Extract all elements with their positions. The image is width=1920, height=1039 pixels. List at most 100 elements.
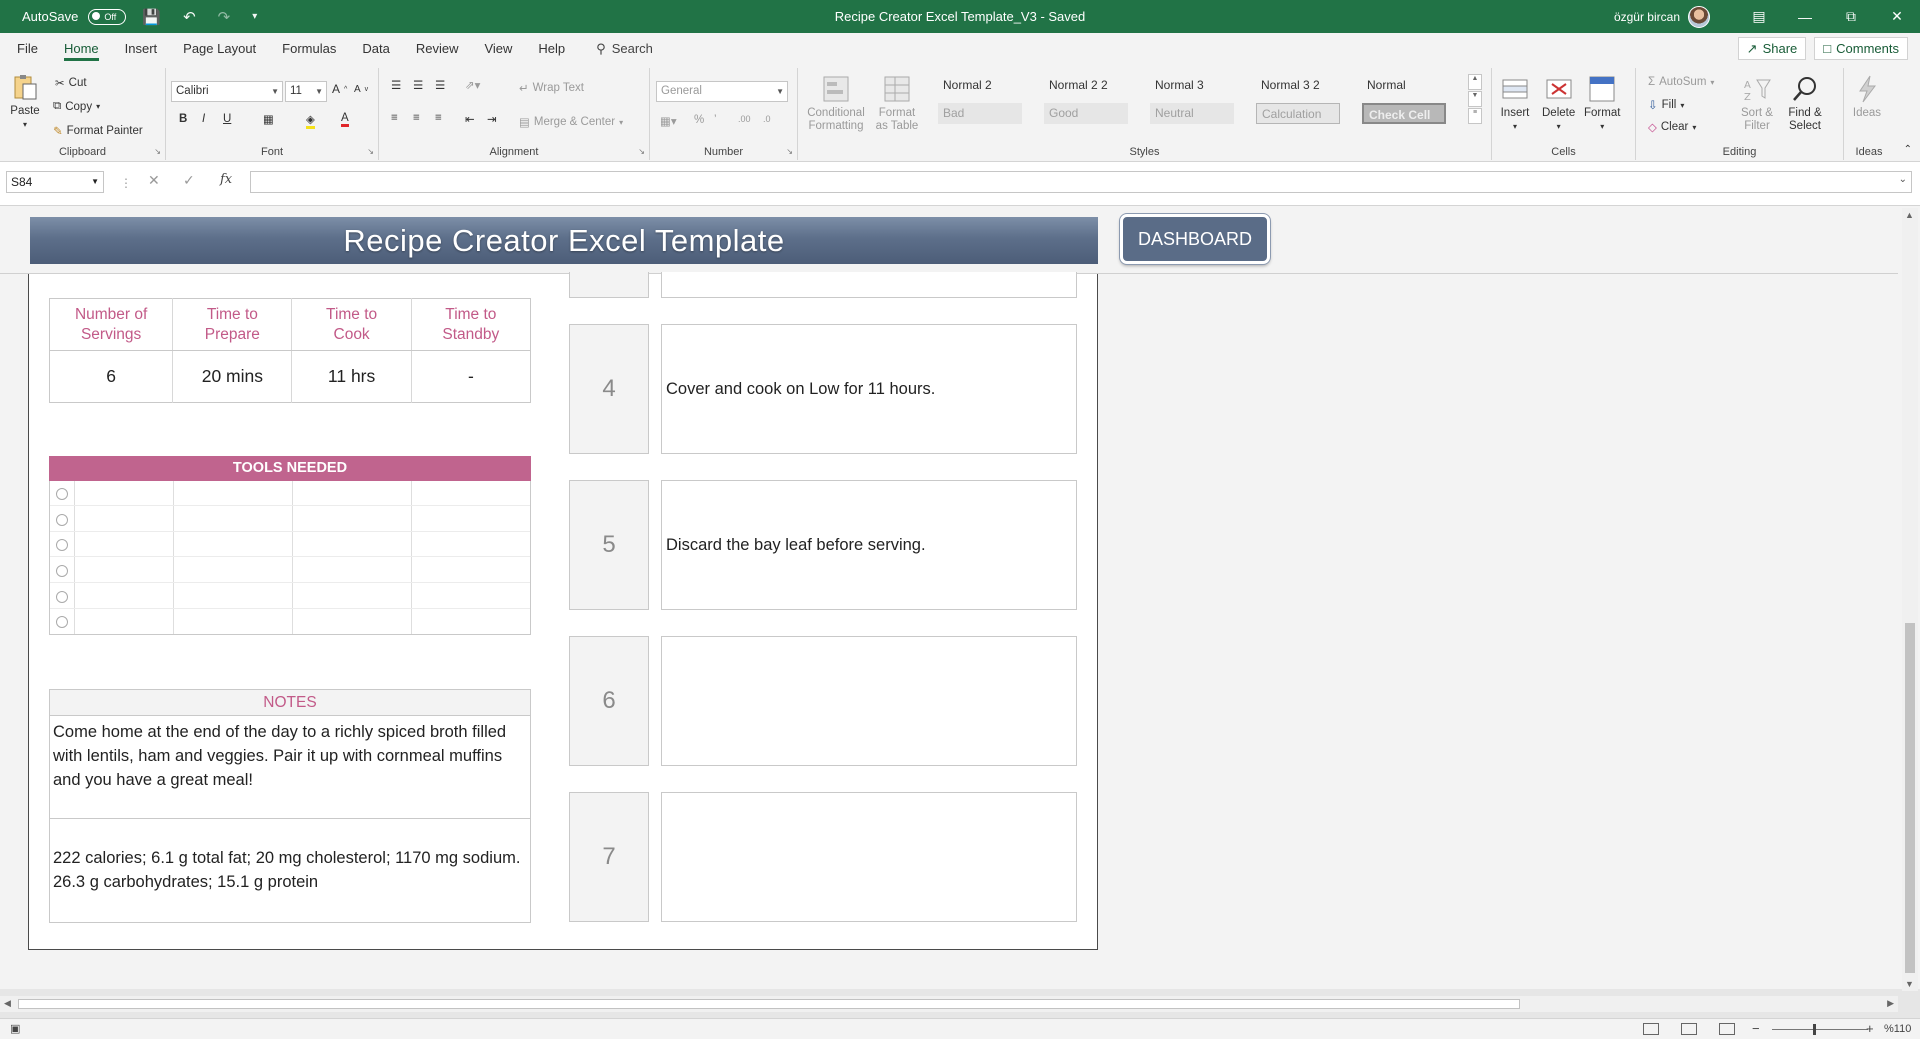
merge-center-button[interactable]: ▤ Merge & Center ▾ bbox=[519, 115, 623, 129]
prep-time-value[interactable]: 20 mins bbox=[172, 350, 293, 403]
tool-row[interactable] bbox=[50, 609, 530, 634]
notes-text[interactable]: Come home at the end of the day to a ric… bbox=[49, 716, 531, 819]
delete-cells-button[interactable]: Delete ▾ bbox=[1542, 74, 1575, 133]
increase-decimal-icon[interactable]: .00 bbox=[738, 114, 751, 124]
insert-cells-button[interactable]: Insert ▾ bbox=[1500, 74, 1530, 133]
formula-input[interactable]: ⌄ bbox=[250, 171, 1912, 193]
normal-view-icon[interactable] bbox=[1643, 1023, 1659, 1035]
gallery-more-icon[interactable]: ≡ bbox=[1468, 108, 1482, 124]
standby-time-value[interactable]: - bbox=[411, 351, 530, 403]
tool-checkbox[interactable] bbox=[56, 616, 68, 628]
align-center-icon[interactable]: ≡ bbox=[413, 112, 420, 124]
format-painter-button[interactable]: ✎ Format Painter bbox=[53, 124, 143, 138]
servings-value[interactable]: 6 bbox=[49, 350, 174, 403]
horizontal-scroll-thumb[interactable] bbox=[18, 999, 1520, 1009]
redo-icon[interactable]: ↷ bbox=[212, 8, 237, 26]
align-left-icon[interactable]: ≡ bbox=[391, 112, 398, 124]
user-name[interactable]: özgür bircan bbox=[1614, 10, 1680, 24]
number-launcher-icon[interactable]: ↘ bbox=[786, 147, 793, 156]
tab-review[interactable]: Review bbox=[407, 33, 468, 64]
page-break-view-icon[interactable] bbox=[1719, 1023, 1735, 1035]
step-text[interactable]: Cover and cook on Low for 11 hours. bbox=[661, 324, 1077, 454]
step-text[interactable] bbox=[661, 636, 1077, 766]
worksheet[interactable]: Recipe Creator Excel Template DASHBOARD … bbox=[0, 206, 1920, 989]
dashboard-button[interactable]: DASHBOARD bbox=[1120, 214, 1270, 264]
bold-icon[interactable]: B bbox=[179, 113, 187, 125]
align-right-icon[interactable]: ≡ bbox=[435, 112, 442, 124]
percent-style-icon[interactable]: % bbox=[694, 114, 704, 126]
tab-view[interactable]: View bbox=[475, 33, 521, 64]
insert-function-icon[interactable]: fx bbox=[220, 172, 232, 187]
step-number[interactable]: 5 bbox=[569, 480, 649, 610]
scroll-right-icon[interactable]: ▶ bbox=[1887, 998, 1894, 1009]
decrease-indent-icon[interactable]: ⇤ bbox=[465, 112, 475, 126]
tool-checkbox[interactable] bbox=[56, 565, 68, 577]
tool-checkbox[interactable] bbox=[56, 591, 68, 603]
zoom-level[interactable]: %110 bbox=[1884, 1023, 1911, 1035]
undo-icon[interactable]: ↶ bbox=[177, 8, 202, 26]
step-number[interactable]: 4 bbox=[569, 324, 649, 454]
nutrition-text[interactable]: 222 calories; 6.1 g total fat; 20 mg cho… bbox=[49, 819, 531, 923]
minimize-icon[interactable]: — bbox=[1782, 0, 1828, 33]
vertical-scroll-thumb[interactable] bbox=[1905, 623, 1915, 973]
gallery-down-icon[interactable]: ▼ bbox=[1468, 91, 1482, 107]
horizontal-scrollbar[interactable]: ◀ ▶ bbox=[0, 996, 1898, 1012]
style-normal-3[interactable]: Normal 3 bbox=[1150, 75, 1234, 96]
tool-row[interactable] bbox=[50, 532, 530, 557]
zoom-slider-track[interactable] bbox=[1772, 1029, 1868, 1030]
cut-button[interactable]: ✂ Cut bbox=[55, 76, 87, 90]
zoom-slider-thumb[interactable] bbox=[1813, 1024, 1816, 1035]
style-neutral[interactable]: Neutral bbox=[1150, 103, 1234, 124]
top-align-icon[interactable]: ☰ bbox=[391, 78, 401, 92]
step-number[interactable]: 6 bbox=[569, 636, 649, 766]
paste-button[interactable]: Paste ▾ bbox=[10, 72, 40, 131]
step-number-partial[interactable] bbox=[569, 272, 649, 298]
accounting-format-icon[interactable]: ▦▾ bbox=[660, 114, 677, 128]
zoom-out-icon[interactable]: − bbox=[1752, 1021, 1760, 1036]
tab-help[interactable]: Help bbox=[529, 33, 574, 64]
scroll-down-icon[interactable]: ▼ bbox=[1905, 979, 1914, 989]
style-bad[interactable]: Bad bbox=[938, 103, 1022, 124]
clear-button[interactable]: ◇ Clear ▾ bbox=[1648, 120, 1696, 134]
gallery-up-icon[interactable]: ▲ bbox=[1468, 74, 1482, 90]
find-select-button[interactable]: Find & Select bbox=[1782, 74, 1828, 133]
tab-home[interactable]: Home bbox=[55, 33, 108, 64]
share-button[interactable]: ↗ Share bbox=[1737, 37, 1807, 60]
decrease-decimal-icon[interactable]: .0 bbox=[763, 114, 771, 124]
tool-row[interactable] bbox=[50, 558, 530, 583]
format-as-table-button[interactable]: Format as Table bbox=[872, 74, 922, 133]
fill-color-icon[interactable]: ◈ bbox=[306, 112, 315, 129]
step-text-partial[interactable] bbox=[661, 272, 1077, 298]
cancel-formula-icon[interactable]: ✕ bbox=[148, 172, 160, 189]
tab-insert[interactable]: Insert bbox=[116, 33, 167, 64]
copy-button[interactable]: ⧉ Copy ▾ bbox=[53, 100, 100, 113]
style-normal-3-2[interactable]: Normal 3 2 bbox=[1256, 75, 1340, 96]
dialog-launcher-icon[interactable]: ↘ bbox=[154, 147, 161, 156]
name-box[interactable]: S84 ▼ bbox=[6, 171, 104, 193]
search-box[interactable]: ⚲ Search bbox=[596, 41, 653, 57]
scroll-up-icon[interactable]: ▲ bbox=[1905, 210, 1914, 220]
tool-checkbox[interactable] bbox=[56, 488, 68, 500]
tool-checkbox[interactable] bbox=[56, 514, 68, 526]
comments-button[interactable]: □ Comments bbox=[1814, 37, 1908, 60]
orientation-icon[interactable]: ⇗▾ bbox=[465, 78, 480, 92]
font-size-combo[interactable]: 11 ▼ bbox=[285, 81, 327, 102]
increase-indent-icon[interactable]: ⇥ bbox=[487, 112, 497, 126]
page-layout-view-icon[interactable] bbox=[1681, 1023, 1697, 1035]
macro-recording-icon[interactable]: ▣ bbox=[10, 1022, 20, 1035]
collapse-ribbon-icon[interactable]: ⌃ bbox=[1904, 144, 1912, 155]
middle-align-icon[interactable]: ☰ bbox=[413, 78, 423, 92]
ideas-button[interactable]: Ideas bbox=[1852, 74, 1882, 120]
wrap-text-button[interactable]: ↵ Wrap Text bbox=[519, 81, 584, 95]
tab-data[interactable]: Data bbox=[353, 33, 398, 64]
enter-formula-icon[interactable]: ✓ bbox=[183, 172, 195, 189]
bottom-align-icon[interactable]: ☰ bbox=[435, 78, 445, 92]
formula-bar-grip-icon[interactable]: ⋮ bbox=[120, 176, 132, 190]
font-launcher-icon[interactable]: ↘ bbox=[367, 147, 374, 156]
fill-button[interactable]: ⇩ Fill ▾ bbox=[1648, 98, 1684, 112]
tool-row[interactable] bbox=[50, 584, 530, 609]
zoom-in-icon[interactable]: + bbox=[1866, 1021, 1874, 1036]
style-good[interactable]: Good bbox=[1044, 103, 1128, 124]
tab-page-layout[interactable]: Page Layout bbox=[174, 33, 265, 64]
tool-checkbox[interactable] bbox=[56, 539, 68, 551]
